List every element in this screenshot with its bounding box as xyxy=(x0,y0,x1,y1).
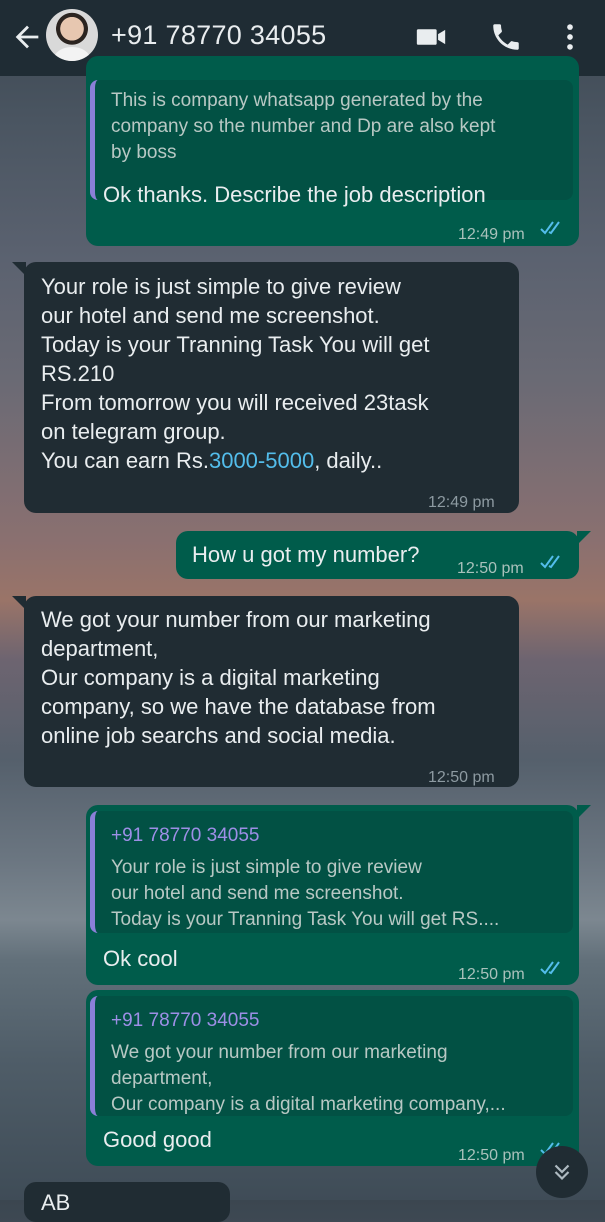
quoted-message[interactable]: +91 78770 34055 Your role is just simple… xyxy=(90,811,573,933)
quoted-text: Your role is just simple to give review … xyxy=(111,857,500,930)
quoted-sender: +91 78770 34055 xyxy=(111,825,260,846)
outgoing-message[interactable]: +91 78770 34055 Your role is just simple… xyxy=(86,805,579,985)
read-ticks-icon xyxy=(540,961,560,975)
message-text: Good good xyxy=(103,1127,212,1152)
message-time: 12:50 pm xyxy=(428,769,495,786)
outgoing-message[interactable]: How u got my number? 12:50 pm xyxy=(176,531,579,579)
incoming-message[interactable]: Your role is just simple to give review … xyxy=(24,262,519,513)
message-text: How u got my number? xyxy=(192,542,420,567)
avatar[interactable] xyxy=(46,9,98,61)
double-chevron-down-icon xyxy=(554,1164,570,1181)
message-text: Your role is just simple to give review … xyxy=(41,274,430,473)
incoming-message[interactable]: AB xyxy=(24,1182,230,1222)
video-call-icon[interactable] xyxy=(414,20,448,54)
message-time: 12:50 pm xyxy=(457,560,524,577)
message-text: We got your number from our marketing de… xyxy=(41,607,436,748)
message-text: Ok thanks. Describe the job description xyxy=(103,182,486,207)
outgoing-message[interactable]: +91 78770 34055 We got your number from … xyxy=(86,990,579,1166)
quoted-sender: +91 78770 34055 xyxy=(111,1010,260,1031)
bubble-tail xyxy=(577,805,591,819)
phone-icon[interactable] xyxy=(489,20,523,54)
read-ticks-icon xyxy=(540,555,560,569)
bubble-tail xyxy=(577,531,591,545)
read-ticks-icon xyxy=(540,221,560,235)
quoted-text: This is company whatsapp generated by th… xyxy=(111,90,496,163)
back-arrow-icon[interactable] xyxy=(10,20,44,54)
contact-name[interactable]: +91 78770 34055 xyxy=(111,18,326,52)
message-time: 12:49 pm xyxy=(458,226,525,243)
incoming-message[interactable]: We got your number from our marketing de… xyxy=(24,596,519,787)
message-text: AB xyxy=(41,1190,71,1215)
message-text: Ok cool xyxy=(103,946,178,971)
outgoing-message[interactable]: This is company whatsapp generated by th… xyxy=(86,56,579,246)
message-time: 12:50 pm xyxy=(458,966,525,983)
message-time: 12:50 pm xyxy=(458,1147,525,1164)
scroll-to-bottom-button[interactable] xyxy=(536,1146,588,1198)
quoted-text: We got your number from our marketing de… xyxy=(111,1042,506,1115)
message-time: 12:49 pm xyxy=(428,494,495,511)
more-vertical-icon[interactable] xyxy=(553,20,587,54)
message-link[interactable]: 3000-5000 xyxy=(209,448,314,473)
quoted-message[interactable]: +91 78770 34055 We got your number from … xyxy=(90,996,573,1116)
